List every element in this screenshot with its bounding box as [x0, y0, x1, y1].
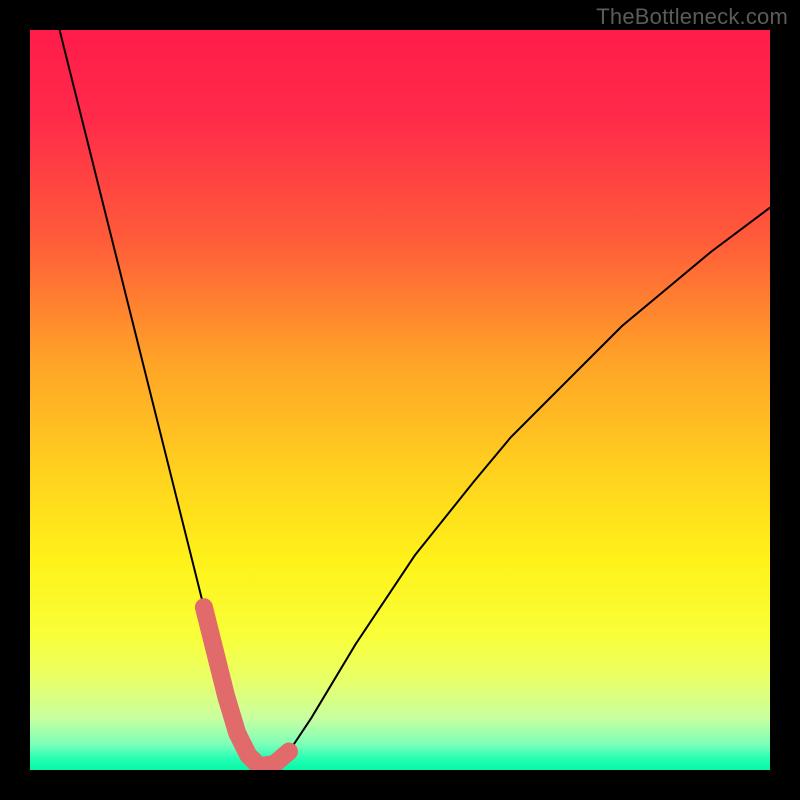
chart-frame: TheBottleneck.com [0, 0, 800, 800]
watermark-text: TheBottleneck.com [596, 4, 788, 30]
curve-layer [30, 30, 770, 770]
plot-area [30, 30, 770, 770]
bottleneck-curve [60, 30, 770, 766]
highlight-valley [204, 607, 289, 766]
